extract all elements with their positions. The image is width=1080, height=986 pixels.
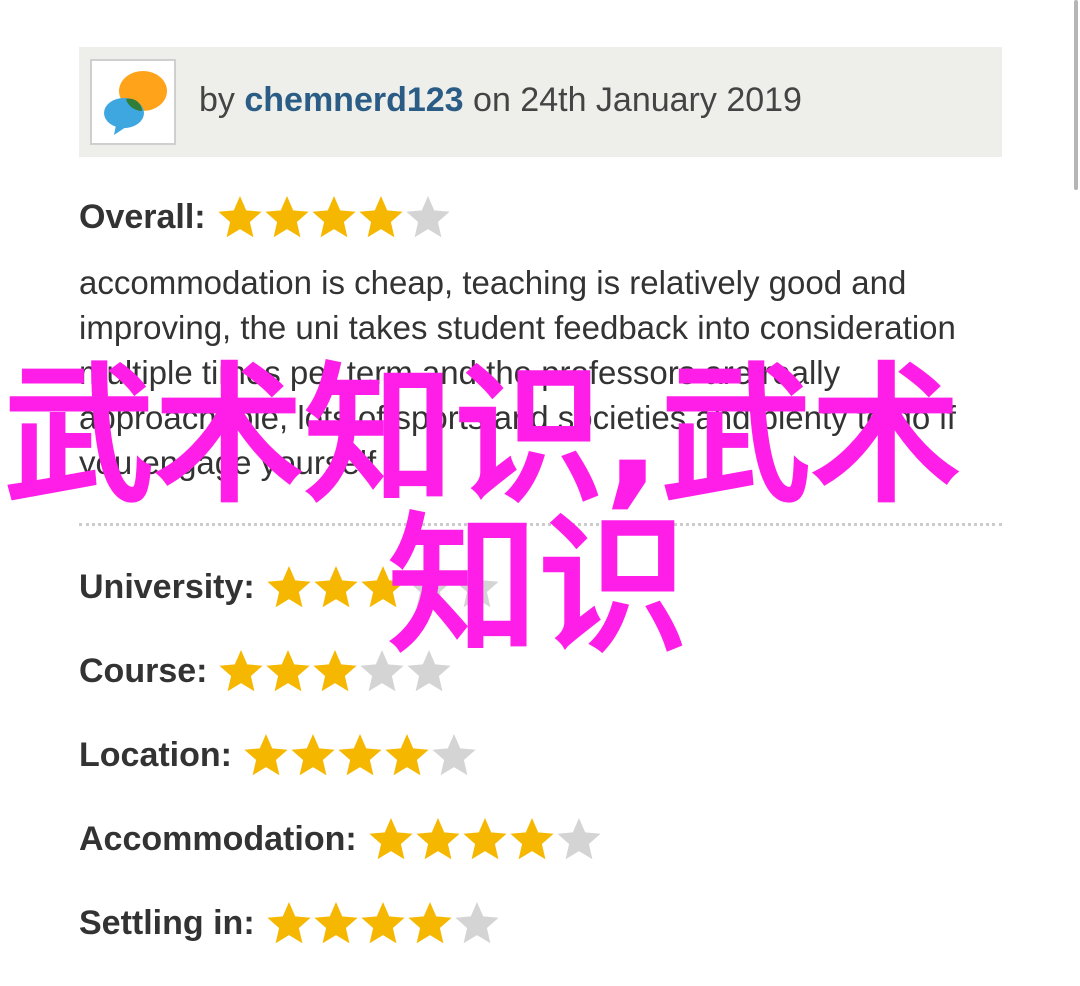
star-empty-icon (432, 734, 476, 776)
star-empty-icon (406, 196, 450, 238)
rating-label: Settling in: (79, 903, 255, 942)
star-rating (242, 731, 477, 779)
rating-label: Course: (79, 651, 208, 690)
star-filled-icon (266, 650, 311, 692)
star-filled-icon (313, 650, 358, 692)
review-header: by chemnerd123 on 24th January 2019 (79, 47, 1002, 157)
star-filled-icon (267, 566, 311, 608)
star-filled-icon (416, 818, 460, 860)
scrollbar[interactable] (1074, 0, 1078, 190)
rating-label: Accommodation: (79, 819, 357, 858)
review-date: on 24th January 2019 (463, 81, 802, 119)
star-filled-icon (291, 734, 335, 776)
star-filled-icon (338, 734, 382, 776)
star-empty-icon (557, 818, 601, 860)
star-filled-icon (265, 196, 309, 238)
review-page: by chemnerd123 on 24th January 2019 Over… (0, 0, 1080, 986)
star-filled-icon (385, 734, 429, 776)
avatar[interactable] (90, 59, 176, 145)
rating-location: Location: (79, 731, 477, 779)
star-rating (367, 815, 602, 863)
star-filled-icon (267, 902, 311, 944)
overall-rating: Overall: (79, 193, 451, 241)
star-filled-icon (408, 902, 452, 944)
watermark-text: 知识 (388, 500, 689, 674)
review-byline: by chemnerd123 on 24th January 2019 (199, 80, 802, 120)
star-filled-icon (218, 196, 262, 238)
star-filled-icon (314, 902, 358, 944)
overall-label: Overall: (79, 197, 206, 236)
star-filled-icon (244, 734, 288, 776)
speech-bubbles-icon (104, 71, 167, 135)
star-rating (265, 899, 500, 947)
star-filled-icon (312, 196, 356, 238)
star-filled-icon (314, 566, 358, 608)
star-rating (216, 193, 451, 241)
star-filled-icon (359, 196, 403, 238)
star-empty-icon (455, 902, 499, 944)
star-filled-icon (219, 650, 264, 692)
rating-accommodation: Accommodation: (79, 815, 602, 863)
rating-label: Location: (79, 735, 232, 774)
byline-prefix: by (199, 81, 245, 119)
star-filled-icon (369, 818, 413, 860)
rating-label: University: (79, 567, 255, 606)
author-link[interactable]: chemnerd123 (244, 81, 463, 119)
star-filled-icon (463, 818, 507, 860)
rating-settling-in: Settling in: (79, 899, 500, 947)
star-filled-icon (510, 818, 554, 860)
star-filled-icon (361, 902, 405, 944)
watermark-text: 武术知识,武术 (4, 350, 961, 524)
